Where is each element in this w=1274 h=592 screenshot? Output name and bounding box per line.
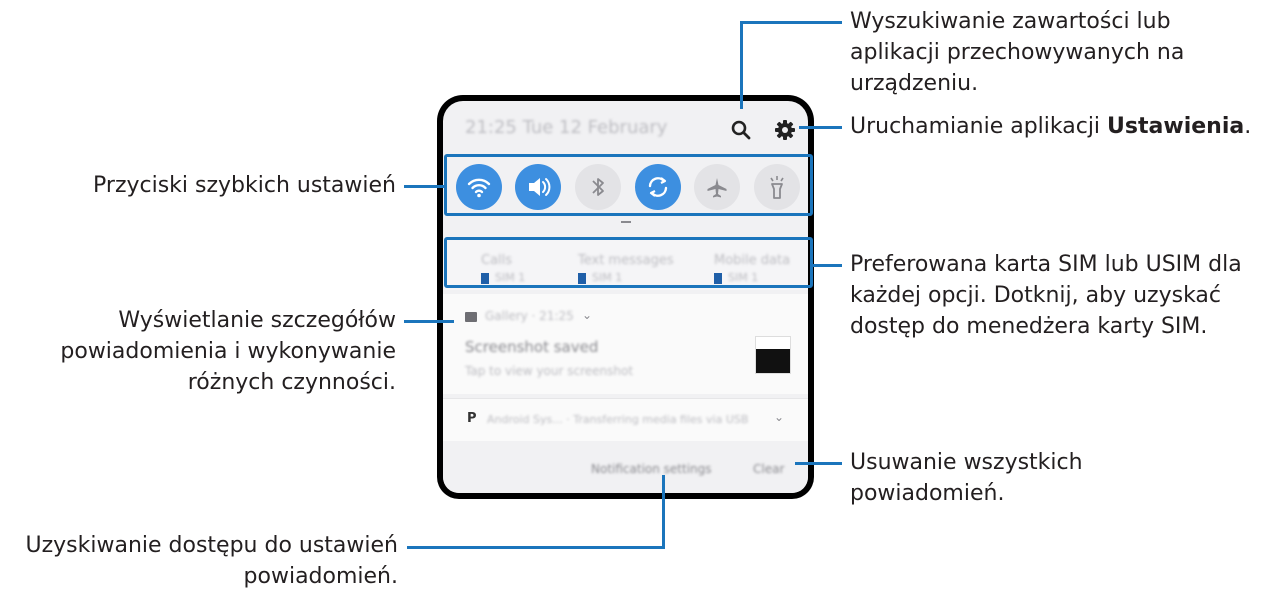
usb-icon: P	[467, 411, 477, 426]
annotation-line: Preferowana karta SIM lub USIM dla	[850, 252, 1242, 277]
search-icon[interactable]	[729, 118, 753, 142]
sim-highlight	[444, 237, 813, 288]
gallery-icon	[465, 312, 477, 322]
annotation-line: Uzyskiwanie dostępu do ustawień	[25, 533, 398, 558]
annotation-line: powiadomień.	[850, 481, 1005, 506]
callout-line-sim	[813, 264, 842, 267]
annotation-line: każdej opcji. Dotknij, aby uzyskać	[850, 283, 1222, 308]
callout-line-search	[740, 21, 842, 24]
annotation-clear: Usuwanie wszystkich powiadomień.	[850, 447, 1083, 509]
annotation-line: Usuwanie wszystkich	[850, 450, 1083, 475]
annotation-line: urządzeniu.	[850, 71, 979, 96]
drag-handle[interactable]	[621, 221, 631, 223]
annotation-line: dostęp do menedżera karty SIM.	[850, 314, 1208, 339]
notification-title: Screenshot saved	[465, 338, 599, 356]
notification-app: Android Sys... · Transferring media file…	[487, 413, 749, 426]
gear-icon[interactable]	[773, 118, 797, 142]
chevron-down-icon[interactable]: ⌄	[774, 410, 784, 424]
notification-card[interactable]: Gallery · 21:25 ⌄ Screenshot saved Tap t…	[443, 294, 808, 394]
callout-line-details	[404, 320, 454, 323]
annotation-line: powiadomienia i wykonywanie	[60, 339, 396, 364]
notification-settings-button[interactable]: Notification settings	[591, 462, 712, 476]
annotation-line: Wyświetlanie szczegółów	[118, 308, 396, 333]
notification-app: Gallery · 21:25	[485, 309, 574, 323]
notification-text: Tap to view your screenshot	[465, 364, 634, 378]
annotation-text: Uruchamianie aplikacji	[850, 114, 1108, 139]
annotation-line: powiadomień.	[243, 564, 398, 589]
chevron-down-icon[interactable]: ⌄	[582, 308, 592, 322]
annotation-settings: Uruchamianie aplikacji Ustawienia.	[850, 111, 1251, 142]
annotation-line: Wyszukiwanie zawartości lub	[850, 9, 1171, 34]
annotation-search: Wyszukiwanie zawartości lub aplikacji pr…	[850, 6, 1184, 99]
annotation-bold: Ustawienia	[1107, 114, 1245, 139]
callout-line-settings	[799, 126, 842, 129]
callout-line-search	[740, 21, 743, 109]
annotation-quick: Przyciski szybkich ustawień	[20, 170, 396, 201]
annotation-line: różnych czynności.	[187, 370, 396, 395]
status-time-date: 21:25 Tue 12 February	[465, 117, 668, 138]
annotation-sim: Preferowana karta SIM lub USIM dla każde…	[850, 249, 1242, 342]
annotation-text: .	[1244, 114, 1252, 139]
callout-line-notif-settings	[407, 546, 665, 549]
quick-settings-highlight	[444, 154, 813, 216]
annotation-notif-settings: Uzyskiwanie dostępu do ustawień powiadom…	[0, 530, 398, 592]
callout-line-clear	[795, 462, 842, 465]
screenshot-thumbnail	[755, 336, 791, 374]
annotation-line: aplikacji przechowywanych na	[850, 40, 1185, 65]
clear-button[interactable]: Clear	[753, 462, 784, 476]
annotation-line: Przyciski szybkich ustawień	[93, 173, 396, 198]
notification-card[interactable]: P Android Sys... · Transferring media fi…	[443, 398, 808, 441]
callout-line-notif-settings	[662, 475, 665, 549]
annotation-details: Wyświetlanie szczegółów powiadomienia i …	[20, 305, 396, 398]
callout-line-quick	[404, 185, 444, 188]
panel-footer: Notification settings Clear	[443, 444, 808, 493]
